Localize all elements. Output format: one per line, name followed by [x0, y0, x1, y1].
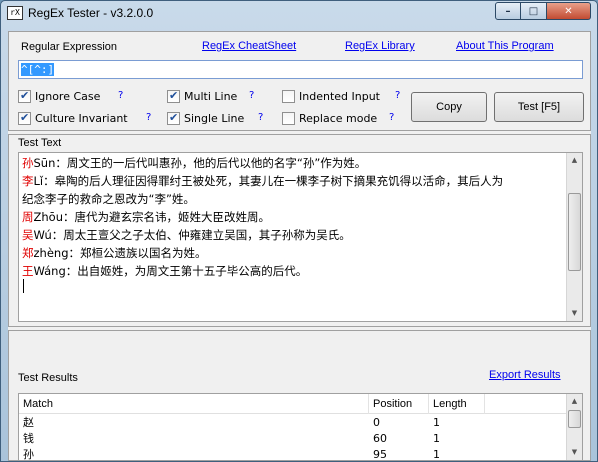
- results-scrollbar[interactable]: ▲ ▼: [566, 394, 582, 460]
- help-icon[interactable]: ?: [249, 90, 254, 101]
- client-area: Regular Expression RegEx CheatSheet RegE…: [8, 31, 591, 461]
- help-icon[interactable]: ?: [258, 112, 263, 123]
- help-icon[interactable]: ?: [118, 90, 123, 101]
- indented-input-checkbox[interactable]: Indented Input: [282, 88, 380, 104]
- library-link[interactable]: RegEx Library: [345, 40, 415, 52]
- cell-match: 孙: [23, 448, 34, 461]
- app-icon: rX: [7, 6, 23, 20]
- test-text-panel: Test Text 孙Sūn：周文王的一后代叫惠孙，他的后代以他的名字“孙”作为…: [8, 134, 591, 327]
- text-line: 李Lǐ：皋陶的后人理征因得罪纣王被处死，其妻儿在一棵李子树下摘果充饥得以活命，其…: [22, 172, 562, 190]
- checkbox-label: Replace mode: [299, 111, 378, 125]
- line-text: Lǐ：皋陶的后人理征因得罪纣王被处死，其妻儿在一棵李子树下摘果充饥得以活命，其后…: [33, 174, 504, 188]
- match-highlight: 周: [22, 210, 34, 224]
- table-row[interactable]: 孙 95 1: [19, 447, 567, 461]
- table-row[interactable]: 赵 0 1: [19, 415, 567, 431]
- close-button[interactable]: ✕: [547, 2, 591, 20]
- test-button[interactable]: Test [F5]: [494, 92, 584, 122]
- checkbox-label: Single Line: [184, 111, 245, 125]
- help-icon[interactable]: ?: [389, 112, 394, 123]
- scroll-up-icon[interactable]: ▲: [567, 394, 582, 409]
- title-bar[interactable]: rX RegEx Tester - v3.2.0.0 – □ ✕: [1, 1, 597, 27]
- column-header-length[interactable]: Length: [429, 394, 485, 414]
- help-icon[interactable]: ?: [395, 90, 400, 101]
- results-panel: Test Results Export Results Match Positi…: [8, 330, 591, 461]
- cell-position: 0: [373, 416, 380, 429]
- minimize-button[interactable]: –: [495, 2, 521, 20]
- cell-position: 60: [373, 432, 387, 445]
- match-highlight: 郑: [22, 246, 34, 260]
- test-text-lines: 孙Sūn：周文王的一后代叫惠孙，他的后代以他的名字“孙”作为姓。 李Lǐ：皋陶的…: [22, 154, 562, 280]
- column-header-position[interactable]: Position: [369, 394, 429, 414]
- test-text-label: Test Text: [18, 137, 62, 149]
- results-label: Test Results: [18, 372, 78, 384]
- scroll-down-icon[interactable]: ▼: [567, 445, 582, 460]
- maximize-button[interactable]: □: [521, 2, 547, 20]
- cheatsheet-link[interactable]: RegEx CheatSheet: [202, 40, 296, 52]
- export-results-link[interactable]: Export Results: [489, 369, 561, 381]
- text-line: 王Wáng：出自姬姓，为周文王第十五子毕公高的后代。: [22, 262, 562, 280]
- line-text: Wáng：出自姬姓，为周文王第十五子毕公高的后代。: [33, 264, 308, 278]
- test-text-area[interactable]: 孙Sūn：周文王的一后代叫惠孙，他的后代以他的名字“孙”作为姓。 李Lǐ：皋陶的…: [18, 152, 583, 322]
- scroll-up-icon[interactable]: ▲: [567, 153, 582, 168]
- ignore-case-checkbox[interactable]: Ignore Case: [18, 88, 100, 104]
- line-text: Zhōu：唐代为避玄宗名讳，姬姓大臣改姓周。: [33, 210, 271, 224]
- replace-mode-checkbox[interactable]: Replace mode: [282, 110, 377, 126]
- results-table[interactable]: Match Position Length 赵 0 1 钱 60 1 孙 95: [18, 393, 583, 461]
- test-text-scrollbar[interactable]: ▲ ▼: [566, 153, 582, 321]
- cell-position: 95: [373, 448, 387, 461]
- cell-length: 1: [433, 416, 440, 429]
- column-header-match[interactable]: Match: [19, 394, 369, 414]
- table-header: Match Position Length: [19, 394, 567, 414]
- scroll-thumb[interactable]: [568, 410, 581, 428]
- checkbox-label: Indented Input: [299, 89, 380, 103]
- line-text: zhèng：郑桓公遗族以国名为姓。: [33, 246, 207, 260]
- match-highlight: 孙: [22, 156, 34, 170]
- line-text: 纪念李子的救命之恩改为“李”姓。: [22, 192, 195, 206]
- regex-value: ^[^:]: [21, 63, 55, 76]
- checkbox-label: Ignore Case: [35, 89, 101, 103]
- scroll-down-icon[interactable]: ▼: [567, 306, 582, 321]
- text-line: 吴Wú：周太王亶父之子太伯、仲雍建立吴国，其子孙称为吴氏。: [22, 226, 562, 244]
- help-icon[interactable]: ?: [146, 112, 151, 123]
- about-link[interactable]: About This Program: [456, 40, 554, 52]
- regex-label: Regular Expression: [21, 41, 117, 53]
- text-line: 郑zhèng：郑桓公遗族以国名为姓。: [22, 244, 562, 262]
- regex-input[interactable]: ^[^:]: [18, 60, 583, 79]
- regex-panel: Regular Expression RegEx CheatSheet RegE…: [8, 31, 591, 131]
- text-line: 周Zhōu：唐代为避玄宗名讳，姬姓大臣改姓周。: [22, 208, 562, 226]
- multi-line-checkbox[interactable]: Multi Line: [167, 88, 237, 104]
- app-window: rX RegEx Tester - v3.2.0.0 – □ ✕ Regular…: [0, 0, 598, 462]
- checkbox-box[interactable]: [167, 111, 180, 125]
- match-highlight: 吴: [22, 228, 34, 242]
- culture-invariant-checkbox[interactable]: Culture Invariant: [18, 110, 128, 126]
- window-title: RegEx Tester - v3.2.0.0: [28, 6, 154, 20]
- cell-match: 赵: [23, 416, 34, 429]
- cell-length: 1: [433, 448, 440, 461]
- match-highlight: 王: [22, 264, 34, 278]
- table-row[interactable]: 钱 60 1: [19, 431, 567, 447]
- cell-match: 钱: [23, 432, 34, 445]
- line-text: Sūn：周文王的一后代叫惠孙，他的后代以他的名字“孙”作为姓。: [33, 156, 367, 170]
- single-line-checkbox[interactable]: Single Line: [167, 110, 244, 126]
- checkbox-box[interactable]: [18, 111, 31, 125]
- checkbox-box[interactable]: [18, 89, 31, 103]
- cell-length: 1: [433, 432, 440, 445]
- checkbox-box[interactable]: [282, 111, 295, 125]
- copy-button[interactable]: Copy: [411, 92, 487, 122]
- checkbox-label: Culture Invariant: [35, 111, 128, 125]
- text-line: 孙Sūn：周文王的一后代叫惠孙，他的后代以他的名字“孙”作为姓。: [22, 154, 562, 172]
- line-text: Wú：周太王亶父之子太伯、仲雍建立吴国，其子孙称为吴氏。: [33, 228, 351, 242]
- text-line: 纪念李子的救命之恩改为“李”姓。: [22, 190, 562, 208]
- text-caret: [23, 279, 24, 293]
- match-highlight: 李: [22, 174, 34, 188]
- checkbox-label: Multi Line: [184, 89, 238, 103]
- checkbox-box[interactable]: [167, 89, 180, 103]
- scroll-thumb[interactable]: [568, 193, 581, 271]
- caption-buttons: – □ ✕: [495, 2, 591, 20]
- checkbox-box[interactable]: [282, 89, 295, 103]
